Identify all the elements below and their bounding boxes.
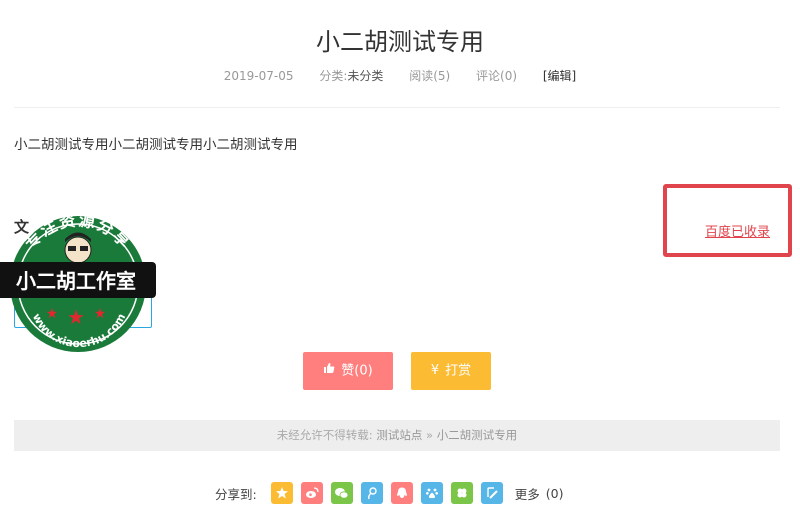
read-count: 阅读(5) [409, 69, 451, 83]
reward-button[interactable]: ¥ 打赏 [411, 352, 491, 390]
qzone-icon[interactable] [270, 482, 293, 504]
watermark-logo: 专注资源分享 小二胡工作室 ★ ★ ★ www.xiaoerhu.com [0, 210, 160, 357]
svg-text:★: ★ [67, 305, 85, 329]
baidu-indexed-link[interactable]: 百度已收录 [705, 221, 770, 240]
edit-link[interactable]: [编辑] [543, 69, 576, 83]
yen-icon: ¥ [430, 363, 440, 378]
share-more-button[interactable]: 更多 (0) [515, 484, 564, 503]
seal-banner-text: 小二胡工作室 [16, 269, 136, 293]
watermark-seal-icon: 专注资源分享 小二胡工作室 ★ ★ ★ www.xiaoerhu.com [0, 210, 156, 352]
category-label: 分类: [319, 69, 348, 83]
share-more-label: 更多 [514, 486, 540, 502]
share-label: 分享到: [215, 486, 257, 502]
tencent-weibo-icon[interactable] [360, 482, 383, 504]
thumbs-up-icon [323, 352, 335, 390]
post-page: 小二胡测试专用 2019-07-05 分类:未分类 阅读(5) 评论(0) [编… [0, 0, 800, 527]
svg-text:★: ★ [94, 306, 107, 322]
copy-link-icon[interactable] [480, 482, 503, 504]
share-count: (0) [545, 485, 564, 501]
qq-icon[interactable] [390, 482, 413, 504]
kaixin-icon[interactable] [450, 482, 473, 504]
like-label: 赞(0) [341, 363, 373, 379]
baidu-icon[interactable] [420, 482, 443, 504]
category-link[interactable]: 未分类 [347, 69, 383, 83]
post-content: 小二胡测试专用小二胡测试专用小二胡测试专用 [14, 137, 298, 153]
share-bar: 分享到: 更多 (0) [215, 482, 563, 504]
weibo-icon[interactable] [300, 482, 323, 504]
wechat-icon[interactable] [330, 482, 353, 504]
post-date: 2019-07-05 [223, 69, 294, 83]
copyright-prefix: 未经允许不得转载: [276, 428, 373, 442]
comment-count[interactable]: 评论(0) [476, 69, 517, 83]
copyright-site-link[interactable]: 测试站点 [376, 428, 422, 442]
copyright-notice: 未经允许不得转载: 测试站点 » 小二胡测试专用 [14, 420, 780, 451]
header-divider [14, 107, 780, 108]
like-button[interactable]: 赞(0) [303, 352, 393, 390]
post-title: 小二胡测试专用 [316, 28, 484, 56]
copyright-post-link[interactable]: 小二胡测试专用 [437, 428, 518, 442]
svg-text:★: ★ [46, 306, 59, 322]
post-category: 分类:未分类 [319, 69, 383, 83]
post-meta: 2019-07-05 分类:未分类 阅读(5) 评论(0) [编辑] [0, 67, 800, 84]
reward-label: 打赏 [445, 363, 472, 379]
copyright-separator: » [425, 428, 434, 442]
